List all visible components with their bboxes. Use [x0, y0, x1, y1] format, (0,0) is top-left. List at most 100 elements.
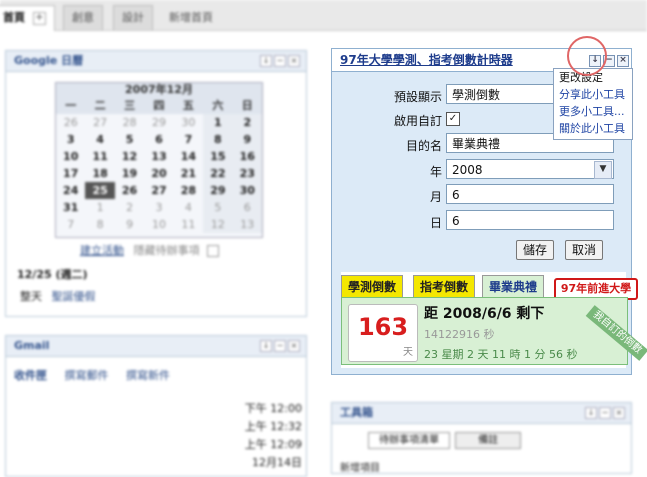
gadget-close-icon[interactable]: × — [617, 55, 629, 67]
calendar-day[interactable]: 2 — [115, 199, 144, 216]
calendar-day[interactable]: 16 — [232, 148, 262, 165]
menu-item-share[interactable]: 分享此小工具 — [554, 86, 632, 103]
calendar-day[interactable]: 8 — [203, 131, 233, 148]
new-item-label: 新增項目 — [340, 463, 380, 474]
calendar-day[interactable]: 27 — [85, 114, 114, 131]
calendar-day[interactable]: 10 — [144, 216, 173, 233]
tab-creative-label: 創意 — [72, 11, 94, 24]
hide-tasks-link[interactable]: 隱藏待辦事項 — [134, 244, 200, 257]
menu-item-more-gadgets[interactable]: 更多小工具... — [554, 103, 632, 120]
gadget-close-icon[interactable]: × — [613, 407, 625, 419]
calendar-day[interactable]: 27 — [144, 182, 173, 199]
calendar-day[interactable]: 18 — [85, 165, 114, 182]
preset-value: 學測倒數 — [452, 88, 501, 102]
event-name[interactable]: 聖誕優假 — [52, 290, 96, 303]
tab-home[interactable]: 首頁 + — [0, 5, 55, 31]
gmail-inbox-link[interactable]: 收件匣 — [14, 369, 47, 382]
weekday-label: 五 — [173, 97, 204, 114]
tab-add-page[interactable]: 新增首頁 — [160, 5, 222, 30]
calendar-day[interactable]: 19 — [115, 165, 144, 182]
calendar-day[interactable]: 20 — [144, 165, 173, 182]
gadget-close-icon[interactable]: × — [288, 340, 300, 352]
calendar-day[interactable]: 29 — [144, 114, 173, 131]
calendar-day[interactable]: 26 — [115, 182, 144, 199]
calendar-gadget-title[interactable]: Google 日曆 — [14, 54, 83, 67]
calendar-day[interactable]: 17 — [56, 165, 85, 182]
calendar-day[interactable]: 7 — [174, 131, 203, 148]
calendar-day[interactable]: 11 — [85, 148, 114, 165]
tab-creative[interactable]: 創意 — [63, 5, 103, 30]
custom-checkbox[interactable]: ✓ — [446, 112, 460, 126]
calendar-day[interactable]: 29 — [203, 182, 233, 199]
menu-item-about[interactable]: 關於此小工具 — [554, 120, 632, 137]
year-select[interactable]: 2008 ▼ — [446, 159, 614, 179]
calendar-day[interactable]: 30 — [174, 114, 203, 131]
gadget-close-icon[interactable]: × — [288, 55, 300, 67]
countdown-gadget-title[interactable]: 97年大學學測、指考倒數計時器 — [340, 53, 513, 67]
calendar-day[interactable]: 2 — [232, 114, 262, 131]
calendar-day[interactable]: 14 — [174, 148, 203, 165]
tab-menu-icon[interactable]: + — [32, 11, 46, 25]
calendar-day[interactable]: 13 — [144, 148, 173, 165]
tab-graduation[interactable]: 畢業典禮 — [482, 275, 545, 298]
cancel-button[interactable]: 取消 — [565, 240, 604, 260]
tab-notes[interactable]: 備註 — [455, 432, 522, 449]
create-event-link[interactable]: 建立活動 — [80, 244, 124, 257]
calendar-day[interactable]: 6 — [232, 199, 262, 216]
tab-design[interactable]: 設計 — [113, 5, 153, 30]
gmail-new-link[interactable]: 撰寫新件 — [126, 369, 170, 382]
calendar-day[interactable]: 5 — [115, 131, 144, 148]
calendar-day[interactable]: 31 — [56, 199, 85, 216]
calendar-day[interactable]: 26 — [56, 114, 85, 131]
save-button[interactable]: 儲存 — [516, 240, 555, 260]
gadget-minimize-icon[interactable]: − — [274, 55, 286, 67]
calendar-day[interactable]: 11 — [174, 216, 203, 233]
month-input[interactable]: 6 — [446, 184, 614, 204]
gmail-gadget-title[interactable]: Gmail — [14, 339, 49, 352]
calendar-day[interactable]: 5 — [203, 199, 233, 216]
tab-test-countdown[interactable]: 指考倒數 — [413, 275, 476, 298]
calendar-day[interactable]: 13 — [232, 216, 262, 233]
tab-exam-countdown[interactable]: 學測倒數 — [341, 275, 404, 298]
calendar-day[interactable]: 15 — [203, 148, 233, 165]
tab-todo[interactable]: 待辦事項清單 — [368, 432, 450, 449]
calendar-day[interactable]: 4 — [174, 199, 203, 216]
calendar-day[interactable]: 4 — [85, 131, 114, 148]
calendar-day[interactable]: 22 — [203, 165, 233, 182]
calendar-day[interactable]: 7 — [56, 216, 85, 233]
day-label: 日 — [429, 216, 442, 230]
chevron-down-icon[interactable]: ▼ — [594, 161, 612, 179]
calendar-day[interactable]: 23 — [232, 165, 262, 182]
gadget-minimize-icon[interactable]: − — [274, 340, 286, 352]
calendar-day[interactable]: 12 — [115, 148, 144, 165]
gadget-options-icon[interactable]: ↓ — [260, 55, 272, 67]
calendar-day[interactable]: 28 — [115, 114, 144, 131]
gmail-compose-link[interactable]: 撰寫郵件 — [65, 369, 109, 382]
calendar-day[interactable]: 1 — [85, 199, 114, 216]
day-input[interactable]: 6 — [446, 210, 614, 230]
gadget-options-icon[interactable]: ↓ — [260, 340, 272, 352]
calendar-day[interactable]: 30 — [232, 182, 262, 199]
expand-icon[interactable] — [207, 245, 219, 257]
preset-select[interactable]: 學測倒數 — [446, 84, 556, 104]
days-unit: 天 — [403, 347, 413, 358]
month-label: 月 — [429, 190, 442, 204]
calendar-day[interactable]: 8 — [85, 216, 114, 233]
calendar-day[interactable]: 1 — [203, 114, 233, 131]
calendar-day[interactable]: 6 — [144, 131, 173, 148]
toolbox-gadget-title[interactable]: 工具箱 — [340, 406, 373, 419]
gadget-options-icon[interactable]: ↓ — [585, 407, 597, 419]
calendar-day-today[interactable]: 25 — [85, 182, 115, 199]
calendar-day[interactable]: 24 — [56, 182, 85, 199]
calendar-day[interactable]: 21 — [174, 165, 203, 182]
mail-time: 上午 12:32 — [244, 420, 302, 433]
calendar-day[interactable]: 12 — [203, 216, 233, 233]
calendar-day[interactable]: 9 — [232, 131, 262, 148]
event-date: 12/25 (週二) — [17, 268, 88, 281]
calendar-day[interactable]: 3 — [56, 131, 85, 148]
calendar-day[interactable]: 10 — [56, 148, 85, 165]
gadget-minimize-icon[interactable]: − — [599, 407, 611, 419]
calendar-day[interactable]: 9 — [115, 216, 144, 233]
calendar-day[interactable]: 3 — [144, 199, 173, 216]
calendar-day[interactable]: 28 — [174, 182, 203, 199]
